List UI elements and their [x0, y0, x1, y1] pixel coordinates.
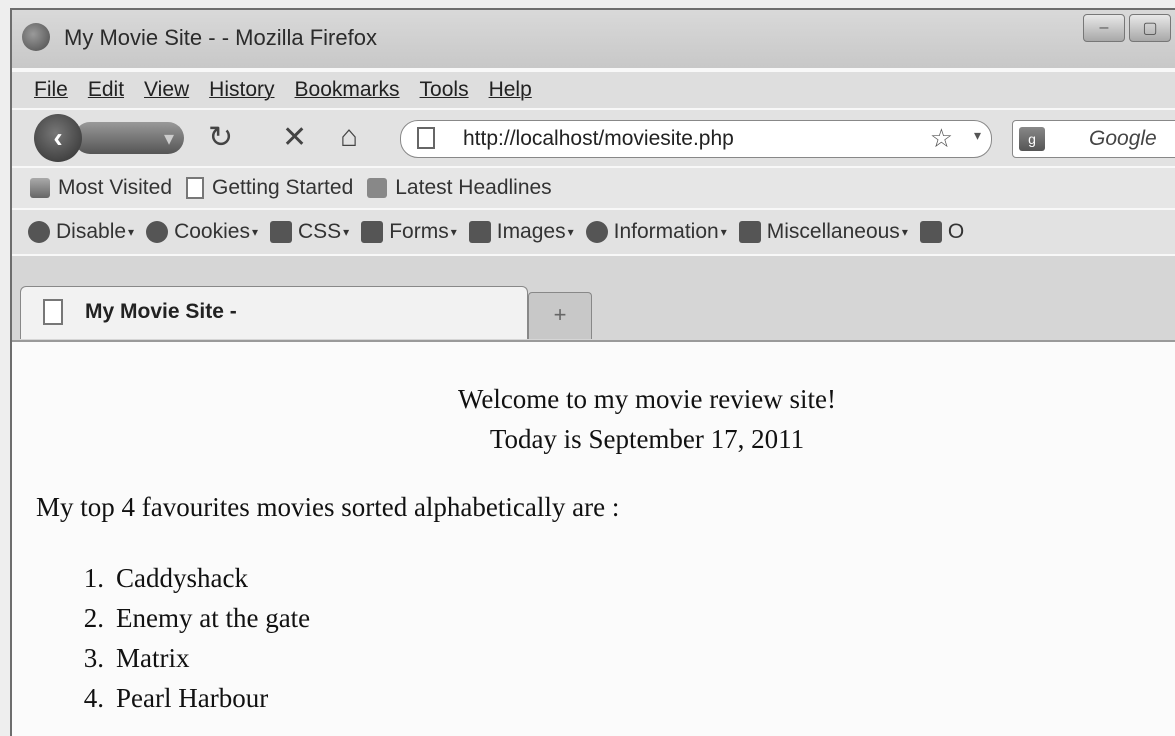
menu-bookmarks[interactable]: Bookmarks — [295, 78, 400, 102]
chevron-down-icon: ▾ — [720, 225, 727, 239]
navigation-toolbar: ▾ ‹ ↻ ✕ ⌂ http://localhost/moviesite.php… — [12, 110, 1175, 166]
movie-title: Pearl Harbour — [116, 683, 269, 713]
list-number: 3. — [83, 643, 104, 673]
bookmark-getting-started[interactable]: Getting Started — [186, 176, 353, 200]
movie-title: Matrix — [116, 643, 190, 673]
webdev-label: Information — [613, 220, 719, 243]
reload-icon[interactable]: ↻ — [208, 120, 233, 155]
bookmark-label: Most Visited — [58, 176, 172, 199]
chevron-down-icon: ▾ — [450, 225, 457, 239]
webdev-label: Images — [496, 220, 566, 243]
stop-icon[interactable]: ✕ — [282, 120, 307, 155]
document-icon — [43, 299, 63, 325]
webdev-images[interactable]: Images ▾ — [468, 220, 574, 244]
page-content: Welcome to my movie review site! Today i… — [12, 342, 1175, 736]
css-pencil-icon — [269, 221, 292, 243]
webdev-forms[interactable]: Forms ▾ — [361, 220, 457, 244]
bookmark-label: Getting Started — [212, 176, 354, 199]
list-number: 4. — [83, 683, 104, 713]
webdev-outline[interactable]: O — [919, 220, 965, 244]
menu-file[interactable]: File — [34, 78, 68, 102]
menu-bar: File Edit View History Bookmarks Tools H… — [12, 72, 1175, 108]
list-number: 2. — [83, 603, 104, 633]
chevron-down-icon: ▾ — [343, 225, 350, 239]
window-title: My Movie Site - - Mozilla Firefox — [64, 25, 377, 50]
forms-icon — [361, 221, 384, 243]
webdev-disable[interactable]: Disable ▾ — [28, 220, 134, 244]
list-item: 1. Caddyshack — [62, 558, 310, 598]
back-arrow-icon: ‹ — [53, 122, 63, 153]
images-icon — [468, 221, 491, 243]
forward-button[interactable]: ▾ — [74, 122, 184, 154]
bookmark-label: Latest Headlines — [395, 176, 552, 199]
chevron-down-icon: ▾ — [128, 225, 135, 239]
home-icon[interactable]: ⌂ — [340, 120, 358, 154]
intro-text: My top 4 favourites movies sorted alphab… — [36, 492, 620, 522]
webdev-label: Forms — [389, 220, 449, 243]
bookmark-star-icon[interactable]: ☆ — [930, 123, 953, 154]
outline-pencil-icon — [919, 221, 942, 243]
menu-tools[interactable]: Tools — [420, 78, 469, 102]
cookies-icon — [146, 221, 169, 243]
miscellaneous-icon — [738, 221, 761, 243]
web-developer-toolbar: Disable ▾ Cookies ▾ CSS ▾ Forms ▾ Images ▾ In… — [12, 210, 1175, 254]
url-bar[interactable]: http://localhost/moviesite.php ☆ ▾ — [400, 120, 992, 158]
menu-help[interactable]: Help — [489, 78, 532, 102]
maximize-button[interactable]: ▢ — [1129, 14, 1171, 42]
webdev-miscellaneous[interactable]: Miscellaneous ▾ — [738, 220, 908, 244]
webdev-label: Disable — [56, 220, 127, 243]
webdev-label: O — [947, 220, 965, 243]
title-bar: My Movie Site - - Mozilla Firefox – ▢ — [12, 10, 1175, 68]
browser-window: My Movie Site - - Mozilla Firefox – ▢ Fi… — [10, 8, 1175, 736]
list-number: 1. — [83, 563, 104, 593]
firefox-logo-icon — [22, 23, 50, 51]
chevron-down-icon: ▾ — [567, 225, 574, 239]
forward-dropdown-icon[interactable]: ▾ — [164, 126, 174, 151]
tab-my-movie-site[interactable]: My Movie Site - — [20, 286, 528, 339]
page-icon — [417, 127, 435, 149]
welcome-heading: Welcome to my movie review site! — [458, 384, 836, 414]
minimize-button[interactable]: – — [1083, 14, 1125, 42]
rss-icon — [367, 178, 388, 198]
webdev-label: Miscellaneous — [766, 220, 900, 243]
movie-list: 1. Caddyshack 2. Enemy at the gate 3. Matri… — [62, 558, 310, 718]
bookmarks-toolbar: Most Visited Getting Started Latest Head… — [12, 168, 1175, 208]
list-item: 2. Enemy at the gate — [62, 598, 310, 638]
list-item: 3. Matrix — [62, 638, 310, 678]
url-text[interactable]: http://localhost/moviesite.php — [463, 127, 734, 151]
webdev-label: Cookies — [174, 220, 250, 243]
back-button[interactable]: ‹ — [34, 114, 82, 162]
menu-view[interactable]: View — [144, 78, 189, 102]
webdev-label: CSS — [297, 220, 342, 243]
search-box[interactable]: g Google — [1012, 120, 1175, 158]
search-placeholder[interactable]: Google — [1089, 127, 1157, 151]
search-engine-icon[interactable]: g — [1019, 127, 1045, 151]
webdev-cookies[interactable]: Cookies ▾ — [146, 220, 258, 244]
bookmark-latest-headlines[interactable]: Latest Headlines — [367, 176, 552, 200]
tab-strip: My Movie Site - + — [12, 256, 1175, 342]
new-tab-button[interactable]: + — [528, 292, 592, 339]
movie-title: Caddyshack — [116, 563, 248, 593]
chevron-down-icon: ▾ — [901, 225, 908, 239]
menu-history[interactable]: History — [209, 78, 274, 102]
window-controls: – ▢ — [1083, 14, 1171, 42]
tab-title: My Movie Site - — [85, 300, 237, 323]
url-dropdown-icon[interactable]: ▾ — [974, 127, 981, 144]
list-item: 4. Pearl Harbour — [62, 678, 310, 718]
webdev-information[interactable]: Information ▾ — [585, 220, 727, 244]
menu-edit[interactable]: Edit — [88, 78, 124, 102]
webdev-css[interactable]: CSS ▾ — [269, 220, 350, 244]
bookmark-most-visited[interactable]: Most Visited — [30, 176, 172, 200]
movie-title: Enemy at the gate — [116, 603, 311, 633]
document-icon — [186, 177, 204, 199]
date-text: Today is September 17, 2011 — [489, 424, 805, 454]
information-icon — [585, 221, 608, 243]
chevron-down-icon: ▾ — [251, 225, 258, 239]
disable-icon — [28, 221, 50, 243]
most-visited-icon — [30, 178, 50, 198]
